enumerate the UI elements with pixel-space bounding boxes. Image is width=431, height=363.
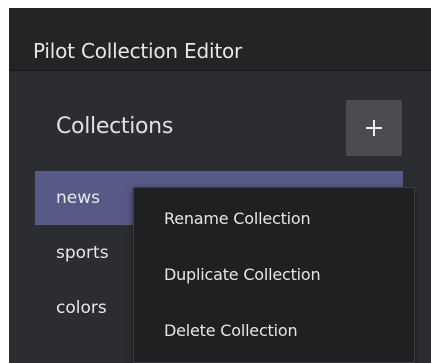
collection-item-label: sports: [56, 243, 109, 263]
duplicate-collection-menu-item[interactable]: Duplicate Collection: [134, 246, 414, 298]
rename-collection-menu-item[interactable]: Rename Collection: [134, 190, 414, 242]
collections-header: Collections: [56, 114, 173, 139]
menu-item-label: Delete Collection: [164, 321, 298, 340]
plus-icon-vertical: [373, 120, 375, 136]
collection-item-label: colors: [56, 298, 107, 318]
menu-item-label: Rename Collection: [164, 209, 311, 228]
delete-collection-menu-item[interactable]: Delete Collection: [134, 302, 414, 354]
menu-item-label: Duplicate Collection: [164, 265, 321, 284]
collection-item-label: news: [56, 188, 100, 208]
window-title: Pilot Collection Editor: [33, 39, 243, 63]
context-menu: Rename Collection Duplicate Collection D…: [133, 187, 415, 363]
add-collection-button[interactable]: [346, 100, 402, 156]
title-bar: Pilot Collection Editor: [9, 8, 431, 71]
screen: Pilot Collection Editor Collections news…: [0, 0, 431, 363]
